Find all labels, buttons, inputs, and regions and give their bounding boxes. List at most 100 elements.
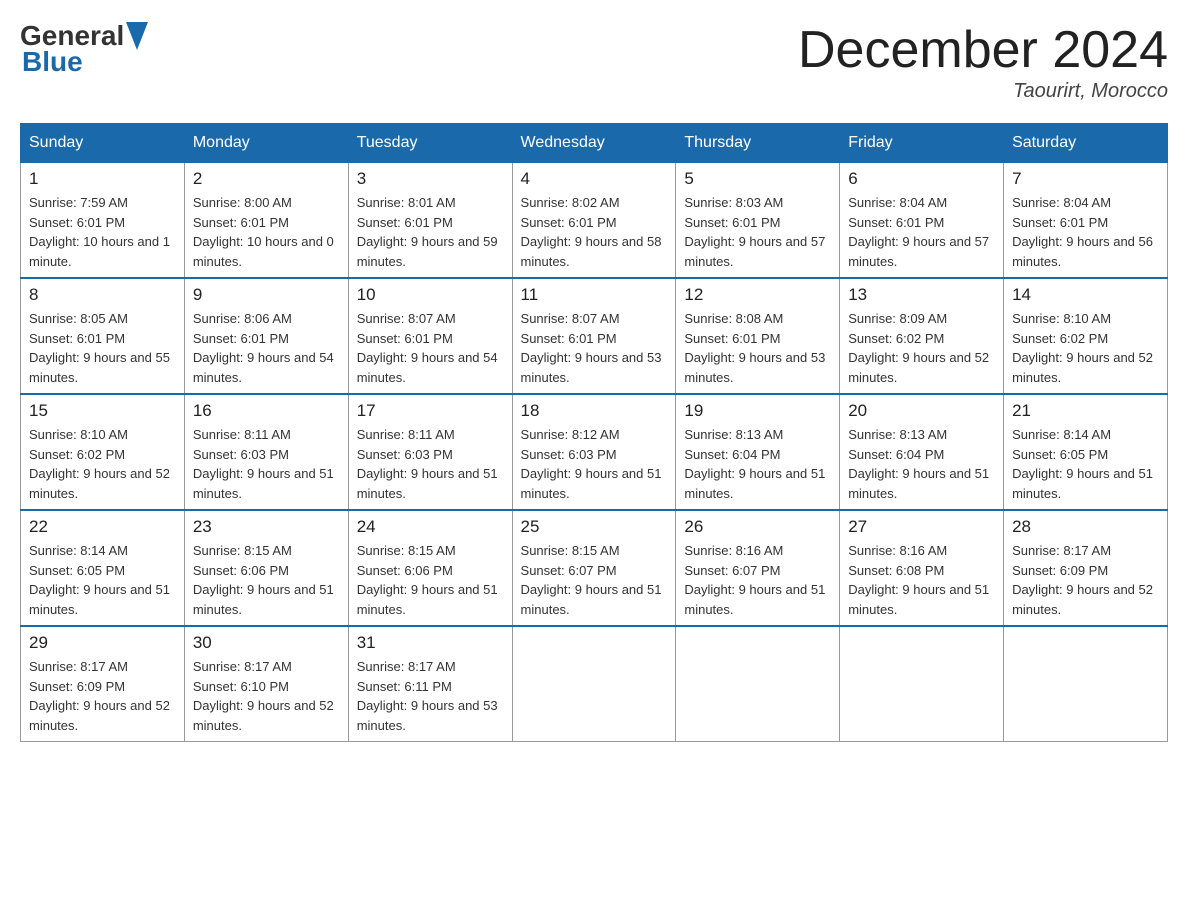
day-number: 7 [1012,169,1159,189]
calendar-cell: 26 Sunrise: 8:16 AMSunset: 6:07 PMDaylig… [676,510,840,626]
day-info: Sunrise: 8:15 AMSunset: 6:06 PMDaylight:… [357,541,504,619]
calendar-cell: 16 Sunrise: 8:11 AMSunset: 6:03 PMDaylig… [184,394,348,510]
day-info: Sunrise: 8:07 AMSunset: 6:01 PMDaylight:… [357,309,504,387]
day-info: Sunrise: 8:11 AMSunset: 6:03 PMDaylight:… [357,425,504,503]
day-number: 16 [193,401,340,421]
day-number: 17 [357,401,504,421]
weekday-header-thursday: Thursday [676,124,840,163]
calendar-cell: 21 Sunrise: 8:14 AMSunset: 6:05 PMDaylig… [1004,394,1168,510]
day-info: Sunrise: 8:10 AMSunset: 6:02 PMDaylight:… [1012,309,1159,387]
weekday-header-tuesday: Tuesday [348,124,512,163]
day-info: Sunrise: 8:13 AMSunset: 6:04 PMDaylight:… [684,425,831,503]
day-number: 25 [521,517,668,537]
day-info: Sunrise: 8:16 AMSunset: 6:07 PMDaylight:… [684,541,831,619]
calendar-cell: 28 Sunrise: 8:17 AMSunset: 6:09 PMDaylig… [1004,510,1168,626]
day-number: 6 [848,169,995,189]
calendar-cell: 20 Sunrise: 8:13 AMSunset: 6:04 PMDaylig… [840,394,1004,510]
day-number: 30 [193,633,340,653]
calendar-cell: 13 Sunrise: 8:09 AMSunset: 6:02 PMDaylig… [840,278,1004,394]
weekday-header-sunday: Sunday [21,124,185,163]
day-number: 8 [29,285,176,305]
weekday-header-row: SundayMondayTuesdayWednesdayThursdayFrid… [21,124,1168,163]
day-info: Sunrise: 8:09 AMSunset: 6:02 PMDaylight:… [848,309,995,387]
day-info: Sunrise: 8:02 AMSunset: 6:01 PMDaylight:… [521,193,668,271]
day-number: 12 [684,285,831,305]
day-number: 9 [193,285,340,305]
day-number: 24 [357,517,504,537]
calendar-cell: 15 Sunrise: 8:10 AMSunset: 6:02 PMDaylig… [21,394,185,510]
day-number: 23 [193,517,340,537]
calendar-cell: 18 Sunrise: 8:12 AMSunset: 6:03 PMDaylig… [512,394,676,510]
day-number: 1 [29,169,176,189]
calendar-cell: 12 Sunrise: 8:08 AMSunset: 6:01 PMDaylig… [676,278,840,394]
calendar-cell: 8 Sunrise: 8:05 AMSunset: 6:01 PMDayligh… [21,278,185,394]
weekday-header-friday: Friday [840,124,1004,163]
day-number: 15 [29,401,176,421]
weekday-header-monday: Monday [184,124,348,163]
day-number: 19 [684,401,831,421]
calendar-cell: 11 Sunrise: 8:07 AMSunset: 6:01 PMDaylig… [512,278,676,394]
weekday-header-saturday: Saturday [1004,124,1168,163]
calendar-cell: 1 Sunrise: 7:59 AMSunset: 6:01 PMDayligh… [21,163,185,279]
day-number: 21 [1012,401,1159,421]
calendar-week-1: 1 Sunrise: 7:59 AMSunset: 6:01 PMDayligh… [21,163,1168,279]
logo-blue-text: Blue [20,46,148,78]
day-number: 3 [357,169,504,189]
calendar-cell: 24 Sunrise: 8:15 AMSunset: 6:06 PMDaylig… [348,510,512,626]
day-info: Sunrise: 8:03 AMSunset: 6:01 PMDaylight:… [684,193,831,271]
day-info: Sunrise: 8:17 AMSunset: 6:09 PMDaylight:… [29,657,176,735]
day-info: Sunrise: 8:06 AMSunset: 6:01 PMDaylight:… [193,309,340,387]
day-number: 28 [1012,517,1159,537]
day-info: Sunrise: 8:13 AMSunset: 6:04 PMDaylight:… [848,425,995,503]
day-number: 10 [357,285,504,305]
month-title: December 2024 [798,20,1168,80]
day-info: Sunrise: 8:17 AMSunset: 6:10 PMDaylight:… [193,657,340,735]
calendar-cell: 29 Sunrise: 8:17 AMSunset: 6:09 PMDaylig… [21,626,185,742]
day-number: 5 [684,169,831,189]
calendar-cell: 2 Sunrise: 8:00 AMSunset: 6:01 PMDayligh… [184,163,348,279]
calendar-cell: 4 Sunrise: 8:02 AMSunset: 6:01 PMDayligh… [512,163,676,279]
calendar-cell: 7 Sunrise: 8:04 AMSunset: 6:01 PMDayligh… [1004,163,1168,279]
calendar-week-3: 15 Sunrise: 8:10 AMSunset: 6:02 PMDaylig… [21,394,1168,510]
day-number: 2 [193,169,340,189]
calendar-cell: 27 Sunrise: 8:16 AMSunset: 6:08 PMDaylig… [840,510,1004,626]
day-info: Sunrise: 8:14 AMSunset: 6:05 PMDaylight:… [1012,425,1159,503]
day-info: Sunrise: 8:01 AMSunset: 6:01 PMDaylight:… [357,193,504,271]
page-header: General Blue December 2024 Taourirt, Mor… [20,20,1168,103]
day-number: 27 [848,517,995,537]
day-info: Sunrise: 8:07 AMSunset: 6:01 PMDaylight:… [521,309,668,387]
calendar-cell [1004,626,1168,742]
day-info: Sunrise: 8:04 AMSunset: 6:01 PMDaylight:… [848,193,995,271]
calendar-cell [512,626,676,742]
calendar-cell: 19 Sunrise: 8:13 AMSunset: 6:04 PMDaylig… [676,394,840,510]
day-info: Sunrise: 8:00 AMSunset: 6:01 PMDaylight:… [193,193,340,271]
day-info: Sunrise: 8:16 AMSunset: 6:08 PMDaylight:… [848,541,995,619]
calendar-cell: 23 Sunrise: 8:15 AMSunset: 6:06 PMDaylig… [184,510,348,626]
day-number: 11 [521,285,668,305]
calendar-cell: 30 Sunrise: 8:17 AMSunset: 6:10 PMDaylig… [184,626,348,742]
calendar-cell [840,626,1004,742]
day-number: 31 [357,633,504,653]
day-info: Sunrise: 7:59 AMSunset: 6:01 PMDaylight:… [29,193,176,271]
day-number: 26 [684,517,831,537]
calendar-cell: 5 Sunrise: 8:03 AMSunset: 6:01 PMDayligh… [676,163,840,279]
day-number: 14 [1012,285,1159,305]
calendar-cell: 10 Sunrise: 8:07 AMSunset: 6:01 PMDaylig… [348,278,512,394]
day-info: Sunrise: 8:14 AMSunset: 6:05 PMDaylight:… [29,541,176,619]
day-info: Sunrise: 8:05 AMSunset: 6:01 PMDaylight:… [29,309,176,387]
logo: General Blue [20,20,148,78]
calendar-week-5: 29 Sunrise: 8:17 AMSunset: 6:09 PMDaylig… [21,626,1168,742]
day-number: 20 [848,401,995,421]
calendar-cell: 31 Sunrise: 8:17 AMSunset: 6:11 PMDaylig… [348,626,512,742]
calendar-week-2: 8 Sunrise: 8:05 AMSunset: 6:01 PMDayligh… [21,278,1168,394]
title-section: December 2024 Taourirt, Morocco [798,20,1168,103]
calendar-cell: 6 Sunrise: 8:04 AMSunset: 6:01 PMDayligh… [840,163,1004,279]
day-info: Sunrise: 8:10 AMSunset: 6:02 PMDaylight:… [29,425,176,503]
day-info: Sunrise: 8:12 AMSunset: 6:03 PMDaylight:… [521,425,668,503]
calendar-cell: 25 Sunrise: 8:15 AMSunset: 6:07 PMDaylig… [512,510,676,626]
day-number: 4 [521,169,668,189]
calendar-cell: 9 Sunrise: 8:06 AMSunset: 6:01 PMDayligh… [184,278,348,394]
day-number: 22 [29,517,176,537]
day-info: Sunrise: 8:15 AMSunset: 6:06 PMDaylight:… [193,541,340,619]
day-info: Sunrise: 8:17 AMSunset: 6:09 PMDaylight:… [1012,541,1159,619]
